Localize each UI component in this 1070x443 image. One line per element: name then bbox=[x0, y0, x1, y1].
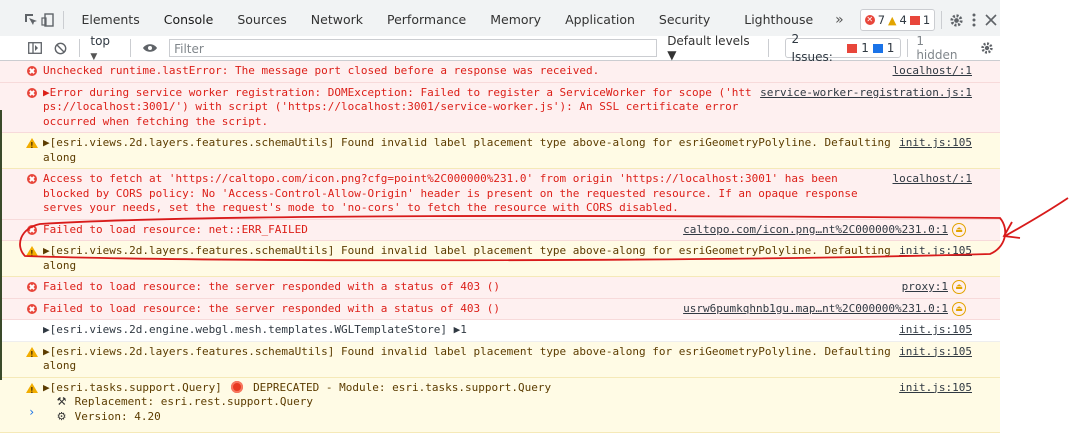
warning-icon bbox=[26, 346, 38, 362]
message-text-deprecated: DEPRECATED - Module: esri.tasks.support.… bbox=[253, 380, 552, 394]
issues-count: 1 bbox=[922, 13, 931, 27]
live-expression-eye-icon[interactable] bbox=[137, 43, 163, 53]
divider bbox=[941, 11, 942, 29]
close-devtools-icon[interactable] bbox=[983, 7, 1000, 33]
message-source-link[interactable]: proxy:1 bbox=[893, 280, 948, 295]
console-message[interactable]: ▶[esri.views.2d.layers.features.schemaUt… bbox=[0, 133, 1000, 169]
console-message[interactable]: Failed to load resource: the server resp… bbox=[0, 277, 1000, 299]
message-text: ▶[esri.views.2d.layers.features.schemaUt… bbox=[43, 136, 964, 164]
console-message[interactable]: Access to fetch at 'https://caltopo.com/… bbox=[0, 169, 1000, 220]
message-text: Failed to load resource: the server resp… bbox=[43, 301, 500, 315]
message-text: ▶Error during service worker registratio… bbox=[43, 85, 752, 128]
divider bbox=[62, 11, 64, 29]
console-message[interactable]: ▶[esri.tasks.support.Query] DEPRECATED -… bbox=[0, 377, 1000, 433]
error-count: 7 bbox=[877, 13, 886, 27]
message-source-link[interactable]: localhost/:1 bbox=[884, 64, 972, 79]
version-text: Version: 4.20 bbox=[74, 409, 161, 423]
message-text: Unchecked runtime.lastError: The message… bbox=[43, 64, 600, 77]
tab-application[interactable]: Application bbox=[553, 0, 647, 40]
tab-performance[interactable]: Performance bbox=[375, 0, 478, 40]
console-message[interactable]: Failed to load resource: the server resp… bbox=[0, 298, 1000, 320]
issues-error-flag-icon bbox=[847, 43, 858, 53]
hidden-messages-count: 1 hidden bbox=[916, 34, 958, 62]
inspect-element-icon[interactable] bbox=[22, 7, 39, 33]
message-source-link[interactable]: usrw6pumkqhnb1gu.map…nt%2C000000%231.0:1 bbox=[675, 301, 948, 316]
console-toolbar: top ▼ Filter Default levels ▼ 2 Issues: … bbox=[0, 32, 1000, 64]
issues-info-flag-icon bbox=[872, 43, 883, 53]
message-text: Access to fetch at 'https://caltopo.com/… bbox=[43, 172, 858, 214]
error-icon bbox=[27, 66, 37, 76]
console-settings-gear-icon[interactable] bbox=[974, 41, 1000, 55]
message-source-link[interactable]: localhost/:1 bbox=[884, 172, 972, 187]
message-text: ▶[esri.views.2d.layers.features.schemaUt… bbox=[43, 244, 964, 272]
version-gear-icon: ⚙ bbox=[56, 409, 67, 423]
clear-console-icon[interactable] bbox=[48, 42, 74, 55]
message-source-link[interactable]: init.js:105 bbox=[891, 344, 972, 359]
network-request-icon[interactable]: ⏏ bbox=[952, 280, 966, 294]
error-icon bbox=[27, 224, 37, 235]
console-message[interactable]: ▶[esri.views.2d.layers.features.schemaUt… bbox=[0, 341, 1000, 378]
devtools-tab-bar: Elements Console Sources Network Perform… bbox=[0, 0, 1000, 41]
message-text: ▶[esri.tasks.support.Query] bbox=[43, 380, 222, 394]
replacement-text: Replacement: esri.rest.support.Query bbox=[74, 395, 314, 408]
message-source-link[interactable]: init.js:105 bbox=[891, 136, 972, 151]
console-counts-badge[interactable]: ✕ 7 ▲ 4 1 bbox=[859, 9, 936, 31]
console-message[interactable]: Failed to load resource: net::ERR_FAILED… bbox=[0, 219, 1000, 241]
tab-console[interactable]: Console bbox=[151, 0, 226, 40]
message-source-link[interactable]: init.js:105 bbox=[891, 244, 972, 259]
console-message[interactable]: ▶Error during service worker registratio… bbox=[0, 82, 1000, 133]
tab-memory[interactable]: Memory bbox=[478, 0, 553, 40]
message-source-link[interactable]: caltopo.com/icon.png…nt%2C000000%231.0:1 bbox=[675, 222, 948, 237]
context-label: top bbox=[90, 34, 111, 48]
page-background bbox=[1000, 0, 1070, 443]
tab-network[interactable]: Network bbox=[299, 0, 375, 40]
console-message[interactable]: ▶[esri.views.2d.engine.webgl.mesh.templa… bbox=[0, 320, 1000, 342]
deprecated-stop-icon bbox=[231, 380, 244, 393]
issues-error-count: 1 bbox=[861, 41, 869, 55]
more-tabs-button[interactable]: » bbox=[825, 12, 854, 28]
error-icon bbox=[27, 303, 37, 314]
sidebar-toggle-icon[interactable] bbox=[22, 42, 48, 54]
divider bbox=[130, 39, 132, 57]
page-edge-strip bbox=[0, 110, 2, 380]
console-prompt[interactable]: › bbox=[28, 405, 35, 419]
filter-input[interactable]: Filter bbox=[169, 39, 658, 57]
more-options-kebab-icon[interactable] bbox=[965, 7, 982, 33]
issues-info-count: 1 bbox=[886, 41, 895, 55]
replacement-tools-icon: ⚒ bbox=[56, 395, 67, 408]
message-text: ▶[esri.views.2d.engine.webgl.mesh.templa… bbox=[43, 323, 467, 336]
message-text: Failed to load resource: the server resp… bbox=[43, 280, 500, 293]
devtools-panel: Elements Console Sources Network Perform… bbox=[0, 0, 1000, 443]
message-text: Failed to load resource: net::ERR_FAILED bbox=[43, 222, 308, 236]
divider bbox=[907, 39, 909, 57]
settings-gear-icon[interactable] bbox=[948, 7, 965, 33]
divider bbox=[79, 39, 81, 57]
message-source-link[interactable]: init.js:105 bbox=[891, 380, 972, 395]
tab-sources[interactable]: Sources bbox=[225, 0, 298, 40]
warning-count-icon: ▲ bbox=[888, 13, 897, 27]
network-request-icon[interactable]: ⏏ bbox=[952, 301, 966, 316]
warning-icon bbox=[26, 138, 38, 154]
console-message[interactable]: ▶[esri.views.2d.layers.features.schemaUt… bbox=[0, 241, 1000, 277]
error-icon bbox=[27, 174, 37, 184]
execution-context-select[interactable]: top ▼ bbox=[86, 34, 124, 62]
warning-icon bbox=[26, 246, 38, 262]
error-count-icon: ✕ bbox=[864, 15, 875, 25]
message-text: ▶[esri.views.2d.layers.features.schemaUt… bbox=[43, 344, 964, 373]
log-levels-dropdown[interactable]: Default levels ▼ bbox=[667, 34, 761, 62]
message-source-link[interactable]: service-worker-registration.js:1 bbox=[752, 85, 972, 100]
warning-icon bbox=[26, 382, 38, 398]
issues-button[interactable]: 2 Issues: 1 1 bbox=[784, 32, 902, 64]
warning-count: 4 bbox=[899, 13, 907, 27]
console-message[interactable]: Unchecked runtime.lastError: The message… bbox=[0, 61, 1000, 83]
device-toolbar-icon[interactable] bbox=[39, 7, 56, 33]
error-icon bbox=[27, 87, 37, 98]
error-icon bbox=[27, 282, 37, 292]
console-messages: Unchecked runtime.lastError: The message… bbox=[0, 61, 1000, 433]
message-source-link[interactable]: init.js:105 bbox=[891, 323, 972, 338]
divider bbox=[767, 39, 769, 57]
issues-flag-icon bbox=[909, 15, 920, 25]
network-request-icon[interactable]: ⏏ bbox=[952, 222, 966, 237]
